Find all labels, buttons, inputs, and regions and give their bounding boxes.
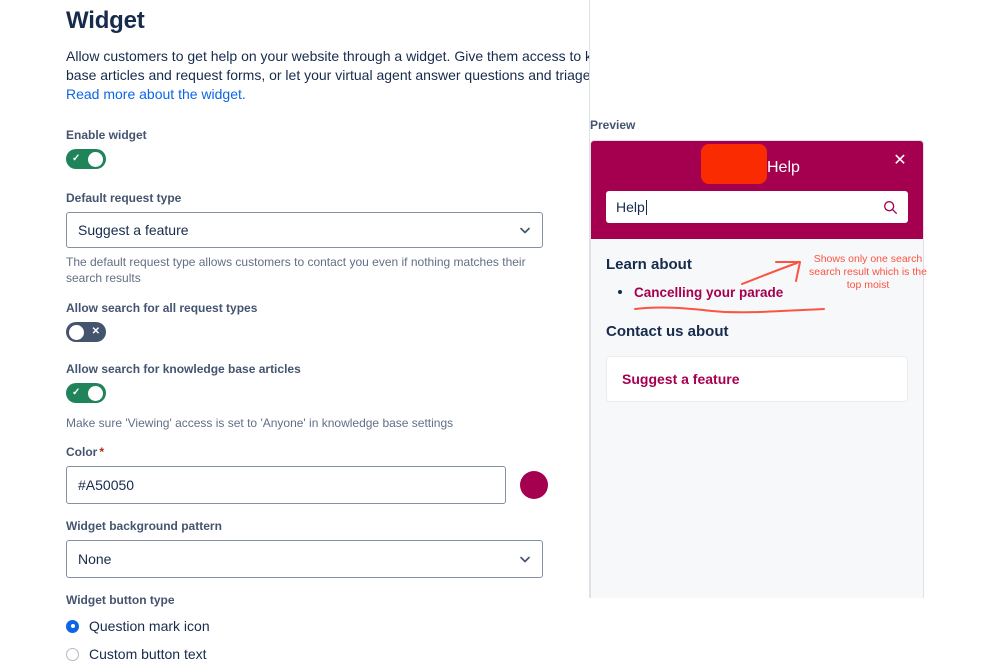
allow-search-all-toggle[interactable]: ✕: [66, 322, 106, 342]
allow-search-kb-help: Make sure 'Viewing' access is set to 'An…: [66, 416, 454, 430]
close-icon[interactable]: ✕: [890, 151, 910, 171]
toggle-knob: [88, 385, 103, 401]
radio-question-mark-icon[interactable]: Question mark icon: [66, 614, 566, 638]
allow-search-all-label: Allow search for all request types: [66, 301, 258, 315]
field-allow-search-all: Allow search for all request types ✕: [66, 300, 566, 347]
widget-header-title: Help: [767, 159, 800, 176]
button-type-label: Widget button type: [66, 593, 175, 607]
radio-label: Question mark icon: [89, 618, 210, 634]
widget-search-value: Help: [616, 199, 645, 215]
page-root: Widget Allow customers to get help on yo…: [0, 0, 999, 662]
logo-placeholder: [701, 144, 767, 184]
background-pattern-value: None: [78, 551, 112, 567]
enable-widget-label: Enable widget: [66, 128, 147, 142]
required-asterisk: *: [99, 445, 105, 459]
enable-widget-toggle[interactable]: ✓: [66, 149, 106, 169]
default-request-type-select[interactable]: Suggest a feature: [66, 212, 543, 248]
default-request-type-help: The default request type allows customer…: [66, 255, 526, 285]
search-result-link[interactable]: Cancelling your parade: [634, 285, 783, 300]
field-allow-search-kb: Allow search for knowledge base articles…: [66, 361, 566, 431]
toggle-check-icon: ✓: [72, 153, 81, 164]
radio-custom-button-text[interactable]: Custom button text: [66, 642, 566, 666]
color-value: #A50050: [78, 477, 135, 493]
widget-preview: Help ✕ Help Learn about Cancelling your …: [590, 140, 924, 598]
radio-label: Custom button text: [89, 646, 207, 662]
color-row: #A50050: [66, 466, 566, 504]
toggle-check-icon: ✓: [72, 387, 81, 398]
contact-option-label[interactable]: Suggest a feature: [622, 371, 739, 387]
color-swatch[interactable]: [520, 471, 548, 499]
color-label: Color *: [66, 444, 566, 460]
toggle-knob: [69, 324, 84, 340]
chevron-down-icon: [520, 556, 530, 563]
field-color: Color * #A50050: [66, 444, 566, 504]
search-icon[interactable]: [883, 200, 898, 215]
preview-label: Preview: [590, 118, 636, 132]
chevron-down-icon: [520, 227, 530, 234]
widget-header: Help ✕ Help: [591, 141, 923, 239]
allow-search-kb-toggle[interactable]: ✓: [66, 383, 106, 403]
read-more-link[interactable]: Read more about the widget.: [66, 86, 246, 102]
toggle-cross-icon: ✕: [91, 326, 100, 337]
field-default-request-type: Default request type Suggest a feature T…: [66, 190, 566, 286]
contact-option-card[interactable]: Suggest a feature: [606, 356, 908, 402]
page-title: Widget: [66, 7, 145, 34]
field-background-pattern: Widget background pattern None: [66, 518, 566, 578]
radio-indicator[interactable]: [66, 647, 79, 661]
background-pattern-label: Widget background pattern: [66, 519, 222, 533]
color-label-text: Color: [66, 445, 98, 459]
allow-search-kb-label: Allow search for knowledge base articles: [66, 362, 301, 376]
page-description-text: Allow customers to get help on your webs…: [66, 48, 652, 83]
color-input[interactable]: #A50050: [66, 466, 506, 504]
field-enable-widget: Enable widget ✓: [66, 127, 566, 174]
background-pattern-select[interactable]: None: [66, 540, 543, 578]
preview-panel: Preview Help ✕ Help Learn about Cancelli…: [589, 0, 999, 598]
default-request-type-label: Default request type: [66, 191, 182, 205]
annotation-text: Shows only one search search result whic…: [809, 253, 927, 291]
toggle-knob: [88, 151, 103, 167]
contact-us-heading: Contact us about: [606, 323, 729, 340]
widget-search-input[interactable]: Help: [606, 191, 908, 223]
widget-search-value-wrap: Help: [616, 199, 883, 215]
radio-indicator[interactable]: [66, 619, 79, 633]
field-button-type: Widget button type Question mark icon Cu…: [66, 592, 566, 666]
page-description: Allow customers to get help on your webs…: [66, 47, 674, 104]
text-caret: [645, 200, 647, 215]
bullet-icon: [618, 290, 622, 294]
default-request-type-value: Suggest a feature: [78, 222, 189, 238]
widget-settings-form: Widget Allow customers to get help on yo…: [66, 0, 652, 666]
